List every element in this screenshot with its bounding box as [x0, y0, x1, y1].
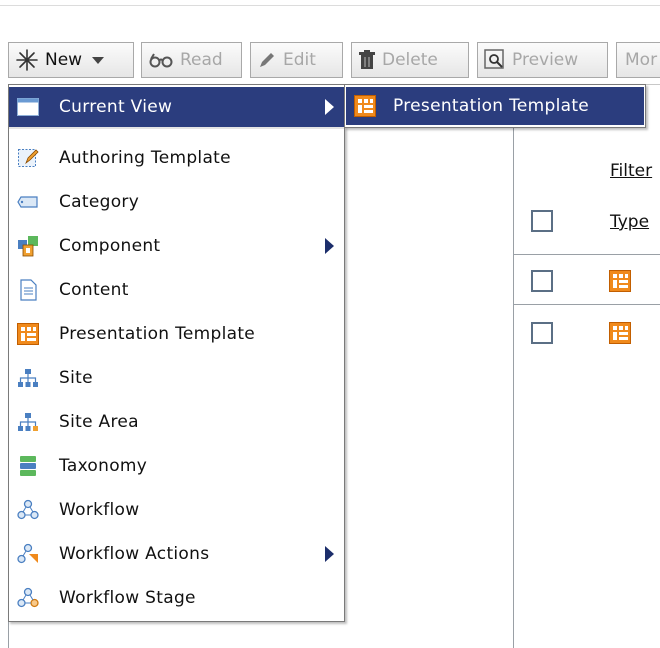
menu-item-label: Site	[59, 368, 93, 388]
submenu-arrow-icon	[325, 546, 334, 562]
menu-item-site-area[interactable]: Site Area	[9, 400, 344, 444]
window-icon	[17, 96, 39, 118]
menu-item-label: Taxonomy	[59, 456, 148, 476]
new-star-icon	[15, 48, 39, 72]
menu-item-workflow-stage[interactable]: Workflow Stage	[9, 576, 344, 620]
menu-item-label: Authoring Template	[59, 148, 231, 168]
component-icon	[17, 235, 39, 257]
new-dropdown-menu: Current View Authoring Template Category C…	[8, 84, 345, 622]
menu-item-component[interactable]: Component	[9, 224, 344, 268]
workflow-icon	[17, 499, 39, 521]
menu-item-workflow[interactable]: Workflow	[9, 488, 344, 532]
menu-item-label: Current View	[59, 97, 173, 117]
menu-item-taxonomy[interactable]: Taxonomy	[9, 444, 344, 488]
menu-item-presentation-template[interactable]: Presentation Template	[9, 312, 344, 356]
menu-separator	[9, 127, 344, 129]
filter-link[interactable]: Filter	[610, 161, 652, 181]
workflow-actions-icon	[17, 543, 39, 565]
site-icon	[17, 367, 39, 389]
site-area-icon	[17, 411, 39, 433]
grid-left-border	[513, 128, 514, 648]
taxonomy-icon	[17, 455, 39, 477]
delete-button-label: Delete	[382, 50, 438, 70]
menu-item-label: Workflow	[59, 500, 140, 520]
current-view-submenu: Presentation Template	[344, 84, 646, 128]
new-button-label: New	[45, 50, 83, 70]
menu-item-site[interactable]: Site	[9, 356, 344, 400]
presentation-template-icon	[17, 323, 39, 345]
delete-button[interactable]: Delete	[351, 42, 469, 78]
menu-item-content[interactable]: Content	[9, 268, 344, 312]
grid-row-divider	[513, 304, 660, 305]
pencil-icon	[257, 50, 277, 70]
presentation-template-icon	[354, 95, 376, 117]
category-icon	[17, 191, 39, 213]
menu-item-label: Content	[59, 280, 129, 300]
content-icon	[17, 279, 39, 301]
menu-item-current-view[interactable]: Current View	[9, 87, 344, 127]
submenu-arrow-icon	[325, 99, 334, 115]
preview-magnifier-icon	[484, 49, 506, 71]
row-checkbox[interactable]	[531, 322, 553, 344]
trash-icon	[358, 50, 376, 70]
glasses-icon	[148, 52, 174, 68]
menu-item-label: Component	[59, 236, 161, 256]
grid-header-divider	[513, 254, 660, 255]
submenu-item-presentation-template[interactable]: Presentation Template	[346, 87, 644, 125]
new-button[interactable]: New	[8, 42, 134, 78]
menu-item-label: Category	[59, 192, 140, 212]
presentation-template-icon	[609, 270, 631, 292]
submenu-arrow-icon	[325, 238, 334, 254]
menu-item-authoring-template[interactable]: Authoring Template	[9, 136, 344, 180]
menu-item-label: Site Area	[59, 412, 139, 432]
menu-item-label: Presentation Template	[59, 324, 256, 344]
authoring-template-icon	[17, 147, 39, 169]
read-button-label: Read	[180, 50, 223, 70]
workflow-stage-icon	[17, 587, 39, 609]
menu-item-workflow-actions[interactable]: Workflow Actions	[9, 532, 344, 576]
edit-button-label: Edit	[283, 50, 316, 70]
more-button[interactable]: Mor	[616, 42, 660, 78]
preview-button[interactable]: Preview	[477, 42, 608, 78]
type-column-header[interactable]: Type	[610, 212, 649, 232]
presentation-template-icon	[609, 322, 631, 344]
more-button-label: Mor	[625, 50, 658, 70]
submenu-item-label: Presentation Template	[393, 96, 590, 116]
chevron-down-icon	[92, 50, 105, 70]
menu-item-label: Workflow Actions	[59, 544, 210, 564]
top-divider	[0, 5, 660, 6]
edit-button[interactable]: Edit	[250, 42, 343, 78]
row-checkbox[interactable]	[531, 270, 553, 292]
preview-button-label: Preview	[512, 50, 579, 70]
select-all-checkbox[interactable]	[531, 210, 553, 232]
menu-item-label: Workflow Stage	[59, 588, 196, 608]
menu-item-category[interactable]: Category	[9, 180, 344, 224]
read-button[interactable]: Read	[141, 42, 242, 78]
